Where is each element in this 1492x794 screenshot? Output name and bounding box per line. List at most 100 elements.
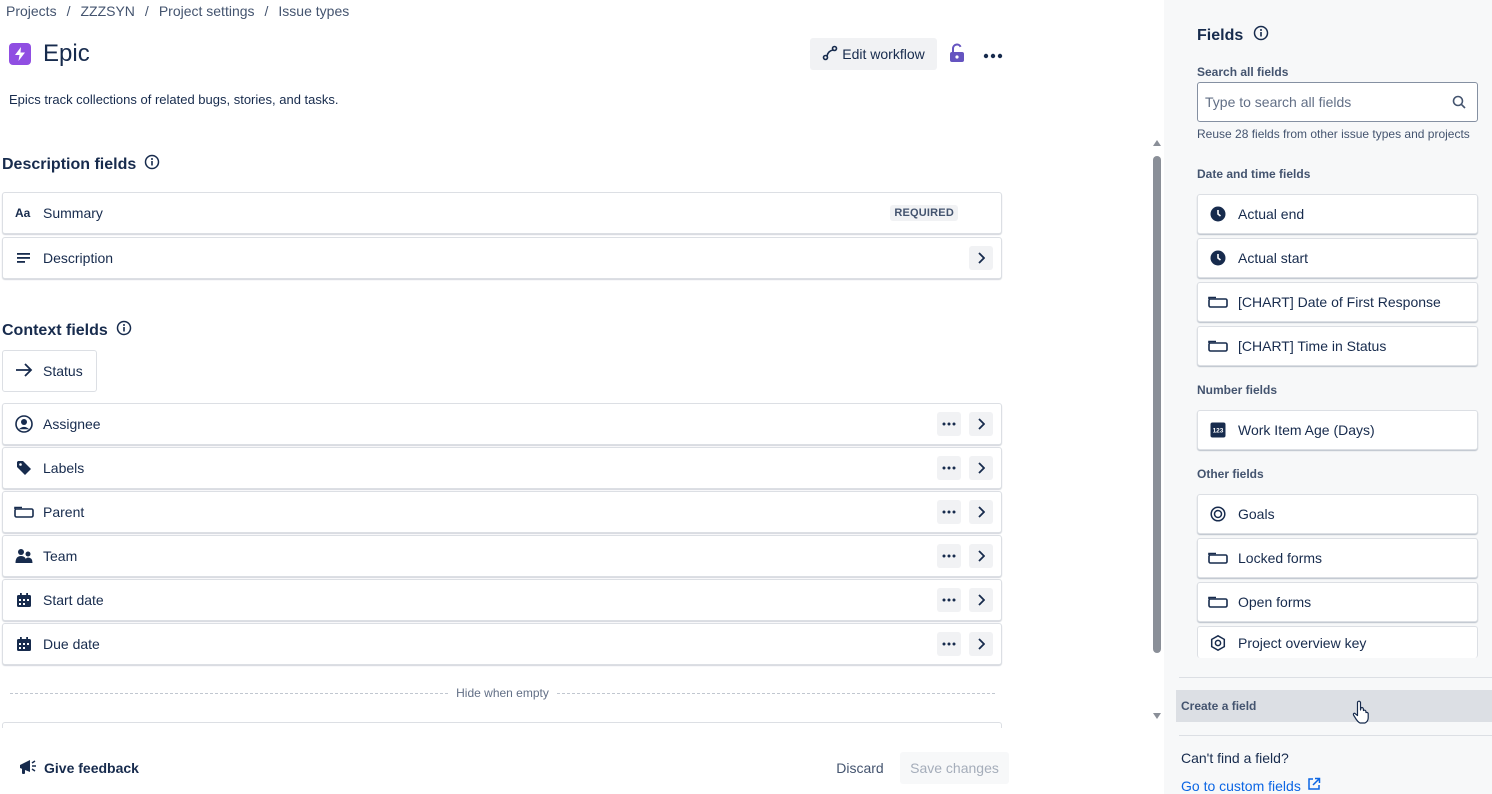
calendar-icon — [13, 633, 35, 655]
search-fields-box[interactable] — [1197, 82, 1478, 122]
give-feedback-button[interactable]: Give feedback — [18, 757, 139, 779]
description-fields-heading: Description fields — [2, 154, 160, 175]
chevron-right-icon — [978, 418, 985, 430]
field-more-button[interactable] — [937, 412, 961, 436]
cant-find-field-text: Can't find a field? — [1181, 750, 1289, 766]
chevron-right-icon — [978, 550, 985, 562]
scrollbar-thumb[interactable] — [1153, 156, 1161, 653]
external-link-icon — [1307, 777, 1321, 794]
breadcrumb-project[interactable]: ZZZSYN — [80, 3, 134, 19]
chevron-right-icon — [978, 462, 985, 474]
available-field-label: Work Item Age (Days) — [1238, 422, 1375, 438]
text-lines-icon — [13, 247, 35, 269]
custom-fields-link[interactable]: Go to custom fields — [1181, 777, 1321, 794]
expand-field-button[interactable] — [969, 456, 993, 480]
scroll-up-arrow-icon[interactable] — [1153, 140, 1161, 146]
field-label: Assignee — [43, 416, 101, 432]
panel-divider — [1179, 677, 1492, 678]
description-fields-title: Description fields — [2, 155, 137, 173]
field-card-labels[interactable]: Labels — [2, 447, 1002, 489]
edit-workflow-label: Edit workflow — [842, 46, 925, 62]
field-label: Parent — [43, 504, 85, 520]
breadcrumb-project-settings[interactable]: Project settings — [159, 3, 255, 19]
panel-divider — [1179, 735, 1492, 736]
status-label: Status — [43, 363, 83, 379]
context-fields-heading: Context fields — [2, 320, 132, 341]
create-field-button[interactable]: Create a field — [1176, 690, 1492, 722]
epic-lightning-icon — [9, 43, 31, 65]
info-icon[interactable] — [1253, 25, 1269, 46]
available-field-goals[interactable]: Goals — [1197, 494, 1478, 534]
expand-field-button[interactable] — [969, 246, 993, 270]
field-card-due-date[interactable]: Due date — [2, 623, 1002, 665]
available-field-project-overview-key[interactable]: Project overview key — [1197, 626, 1478, 658]
available-field-actual-end[interactable]: Actual end — [1197, 194, 1478, 234]
available-field-work-item-age[interactable]: 123 Work Item Age (Days) — [1197, 410, 1478, 450]
available-field-label: Open forms — [1238, 594, 1312, 610]
calendar-icon — [13, 589, 35, 611]
available-field-actual-start[interactable]: Actual start — [1197, 238, 1478, 278]
more-actions-button[interactable] — [980, 41, 1006, 67]
discard-button[interactable]: Discard — [828, 752, 892, 784]
hide-when-empty-label: Hide when empty — [456, 686, 549, 700]
field-label: Start date — [43, 592, 104, 608]
breadcrumb-separator: / — [144, 3, 149, 19]
expand-field-button[interactable] — [969, 500, 993, 524]
available-field-label: Actual start — [1238, 250, 1309, 266]
edit-workflow-button[interactable]: Edit workflow — [810, 38, 937, 70]
give-feedback-label: Give feedback — [44, 760, 139, 776]
clock-icon — [1208, 248, 1228, 268]
expand-field-button[interactable] — [969, 632, 993, 656]
search-helper-text: Reuse 28 fields from other issue types a… — [1197, 127, 1470, 141]
restrictions-button[interactable] — [945, 41, 969, 67]
field-card-team[interactable]: Team — [2, 535, 1002, 577]
field-more-button[interactable] — [937, 500, 961, 524]
unlock-icon — [949, 43, 965, 66]
available-field-open-forms[interactable]: Open forms — [1197, 582, 1478, 622]
expand-field-button[interactable] — [969, 412, 993, 436]
breadcrumb-separator: / — [66, 3, 71, 19]
more-horizontal-icon — [942, 510, 956, 514]
number-123-icon: 123 — [1208, 420, 1228, 440]
fields-panel-heading: Fields — [1197, 25, 1269, 46]
hide-when-empty-divider: Hide when empty — [10, 684, 995, 702]
field-more-button[interactable] — [937, 588, 961, 612]
available-field-label: Actual end — [1238, 206, 1305, 222]
fields-panel: Fields Search all fields Reuse 28 fields… — [1164, 0, 1492, 794]
expand-field-button[interactable] — [969, 544, 993, 568]
field-label: Description — [43, 250, 114, 266]
available-field-label: Goals — [1238, 506, 1275, 522]
custom-fields-link-label: Go to custom fields — [1181, 777, 1301, 794]
field-card-parent[interactable]: Parent — [2, 491, 1002, 533]
field-box-icon — [1208, 592, 1228, 612]
search-fields-label: Search all fields — [1197, 65, 1289, 79]
expand-field-button[interactable] — [969, 588, 993, 612]
field-label: Team — [43, 548, 78, 564]
field-card-start-date[interactable]: Start date — [2, 579, 1002, 621]
field-more-button[interactable] — [937, 632, 961, 656]
available-field-chart-date-first-response[interactable]: [CHART] Date of First Response — [1197, 282, 1478, 322]
breadcrumb-projects[interactable]: Projects — [6, 3, 57, 19]
save-changes-button[interactable]: Save changes — [900, 752, 1009, 784]
issue-type-description: Epics track collections of related bugs,… — [9, 92, 339, 107]
info-icon[interactable] — [116, 320, 132, 341]
field-card-summary[interactable]: Aa Summary REQUIRED — [2, 192, 1002, 234]
chevron-right-icon — [978, 638, 985, 650]
main-scrollbar[interactable] — [1150, 138, 1164, 724]
more-horizontal-icon — [942, 554, 956, 558]
scroll-down-arrow-icon[interactable] — [1153, 713, 1161, 719]
available-field-label: [CHART] Time in Status — [1238, 338, 1387, 354]
main-content: Projects / ZZZSYN / Project settings / I… — [0, 0, 1150, 794]
available-field-locked-forms[interactable]: Locked forms — [1197, 538, 1478, 578]
available-field-chart-time-in-status[interactable]: [CHART] Time in Status — [1197, 326, 1478, 366]
field-card-assignee[interactable]: Assignee — [2, 403, 1002, 445]
field-more-button[interactable] — [937, 456, 961, 480]
info-icon[interactable] — [144, 154, 160, 175]
required-badge: REQUIRED — [890, 205, 958, 221]
field-more-button[interactable] — [937, 544, 961, 568]
status-field[interactable]: Status — [2, 350, 97, 392]
breadcrumb-issue-types[interactable]: Issue types — [278, 3, 349, 19]
field-box-icon — [13, 501, 35, 523]
field-card-description[interactable]: Description — [2, 237, 1002, 279]
search-fields-input[interactable] — [1205, 94, 1451, 110]
